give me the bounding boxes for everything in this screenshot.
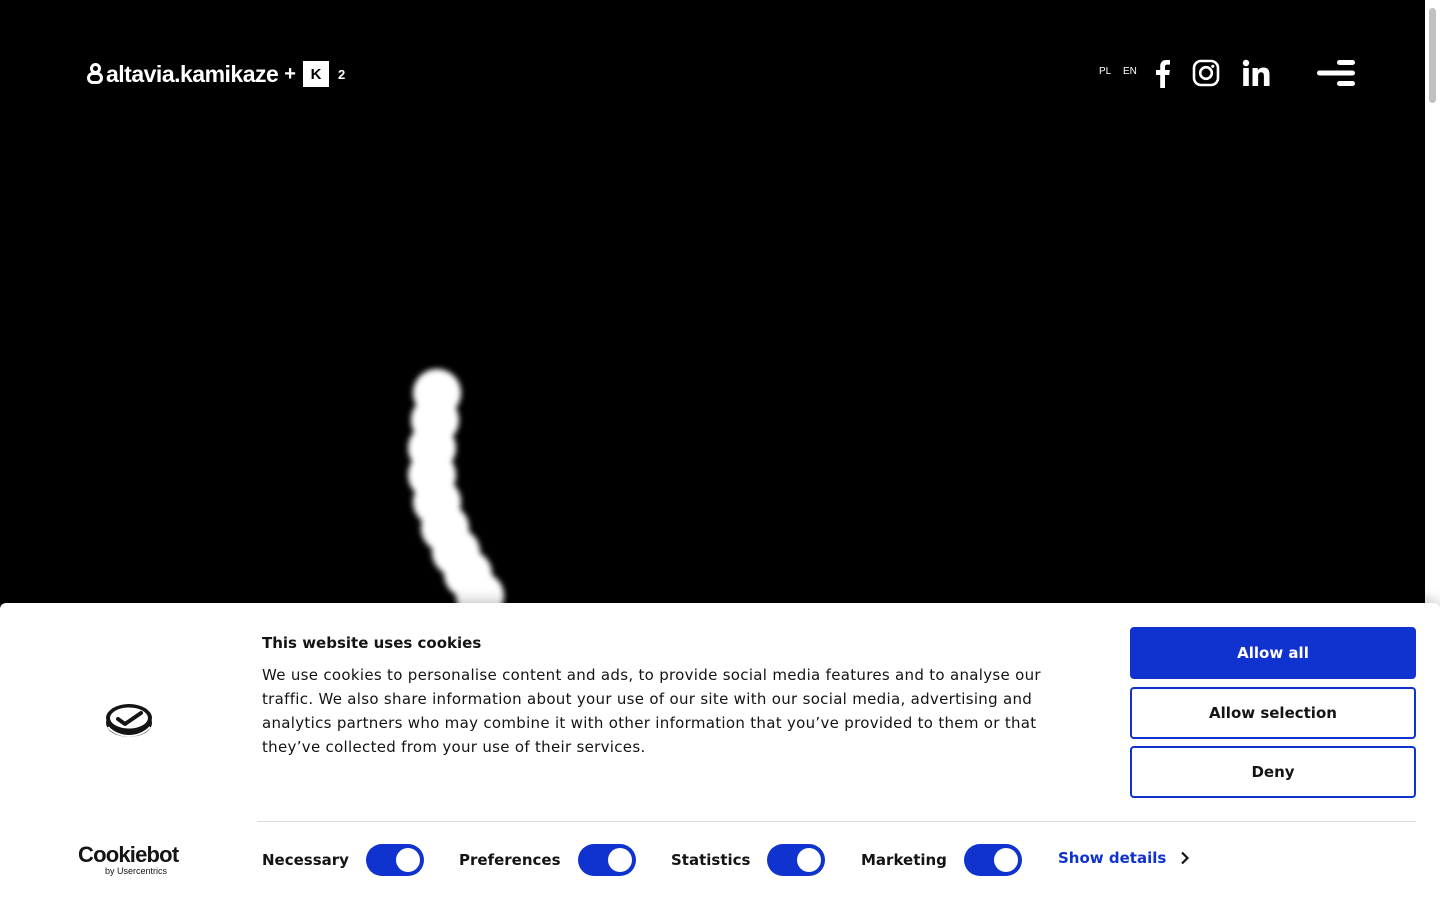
preferences-switch[interactable]	[577, 844, 636, 876]
cookie-description: We use cookies to personalise content an…	[262, 666, 1041, 756]
toggle-label: Marketing	[861, 851, 947, 869]
necessary-switch[interactable]	[365, 844, 424, 876]
cookiebot-name: Cookiebot	[78, 842, 179, 867]
allow-all-button[interactable]: Allow all	[1130, 627, 1416, 679]
cookie-divider	[257, 821, 1416, 822]
deny-button[interactable]: Deny	[1130, 746, 1416, 798]
toggle-label: Preferences	[459, 851, 561, 869]
toggle-necessary: Necessary	[262, 842, 424, 878]
cookiebot-icon	[106, 704, 152, 738]
cookiebot-by: by Usercentrics	[105, 866, 168, 876]
cookie-title: This website uses cookies	[262, 634, 482, 652]
chevron-right-icon	[1181, 851, 1190, 865]
toggle-preferences: Preferences	[459, 842, 636, 878]
toggle-marketing: Marketing	[861, 842, 1022, 878]
toggle-label: Necessary	[262, 851, 349, 869]
toggle-label: Statistics	[671, 851, 751, 869]
toggle-statistics: Statistics	[671, 842, 826, 878]
show-details-label: Show details	[1058, 849, 1167, 867]
scrollbar-thumb[interactable]	[1429, 8, 1436, 103]
cookiebot-logo: Cookiebot by Usercentrics	[78, 844, 182, 877]
show-details-link[interactable]: Show details	[1058, 849, 1190, 867]
statistics-switch[interactable]	[767, 844, 826, 876]
allow-selection-button[interactable]: Allow selection	[1130, 687, 1416, 739]
marketing-switch[interactable]	[963, 844, 1022, 876]
